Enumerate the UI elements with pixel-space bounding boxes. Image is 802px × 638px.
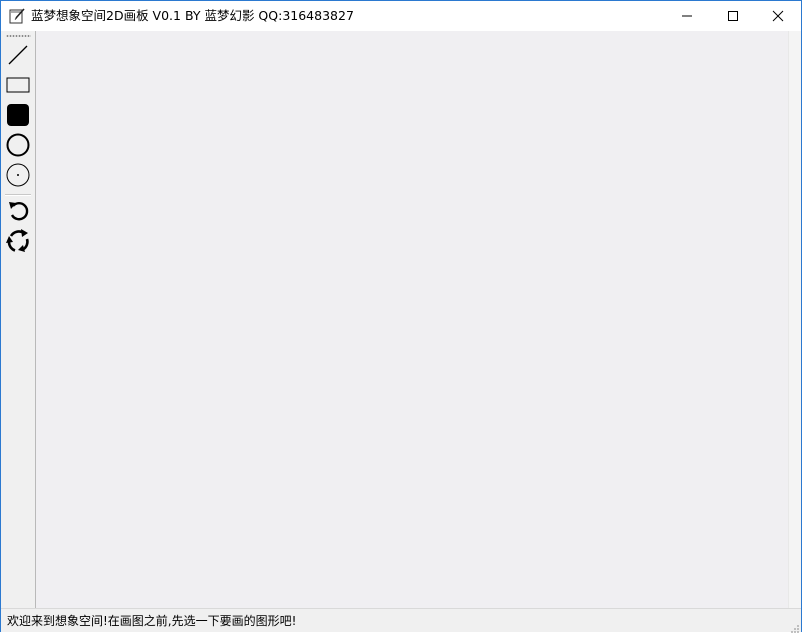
filled-rounded-rect-icon [6, 103, 30, 131]
filled-rounded-rect-tool-button[interactable] [4, 103, 32, 131]
ellipse-tool-button[interactable] [4, 133, 32, 161]
app-window: 蓝梦想象空间2D画板 V0.1 BY 蓝梦幻影 QQ:316483827 欢迎来… [0, 0, 802, 633]
undo-tool-button[interactable] [4, 199, 32, 227]
minimize-icon [681, 7, 693, 26]
size-grip-icon[interactable] [788, 619, 800, 633]
title-bar[interactable]: 蓝梦想象空间2D画板 V0.1 BY 蓝梦幻影 QQ:316483827 [1, 1, 801, 31]
close-button[interactable] [755, 1, 801, 31]
maximize-button[interactable] [710, 1, 756, 31]
client-area: 欢迎来到想象空间!在画图之前,先选一下要画的图形吧! [1, 31, 801, 633]
refresh-tool-button[interactable] [4, 229, 32, 257]
minimize-button[interactable] [664, 1, 710, 31]
refresh-icon [6, 229, 30, 257]
undo-icon [6, 199, 30, 227]
rectangle-icon [6, 73, 30, 101]
circle-center-tool-button[interactable] [4, 163, 32, 191]
window-title: 蓝梦想象空间2D画板 V0.1 BY 蓝梦幻影 QQ:316483827 [31, 8, 354, 23]
notepad-pen-icon[interactable] [8, 7, 26, 25]
drawing-toolbar [1, 31, 36, 608]
toolbar-grip[interactable] [6, 35, 31, 37]
line-tool-button[interactable] [4, 43, 32, 71]
line-icon [6, 43, 30, 71]
status-bar: 欢迎来到想象空间!在画图之前,先选一下要画的图形吧! [1, 608, 801, 633]
toolbar-separator [5, 194, 31, 196]
circle-icon [6, 133, 30, 161]
vertical-scrollbar[interactable] [788, 31, 801, 608]
drawing-canvas[interactable] [36, 31, 789, 608]
maximize-icon [727, 7, 739, 26]
status-text: 欢迎来到想象空间!在画图之前,先选一下要画的图形吧! [7, 614, 297, 628]
circle-center-icon [6, 163, 30, 191]
close-icon [772, 7, 784, 26]
rectangle-tool-button[interactable] [4, 73, 32, 101]
